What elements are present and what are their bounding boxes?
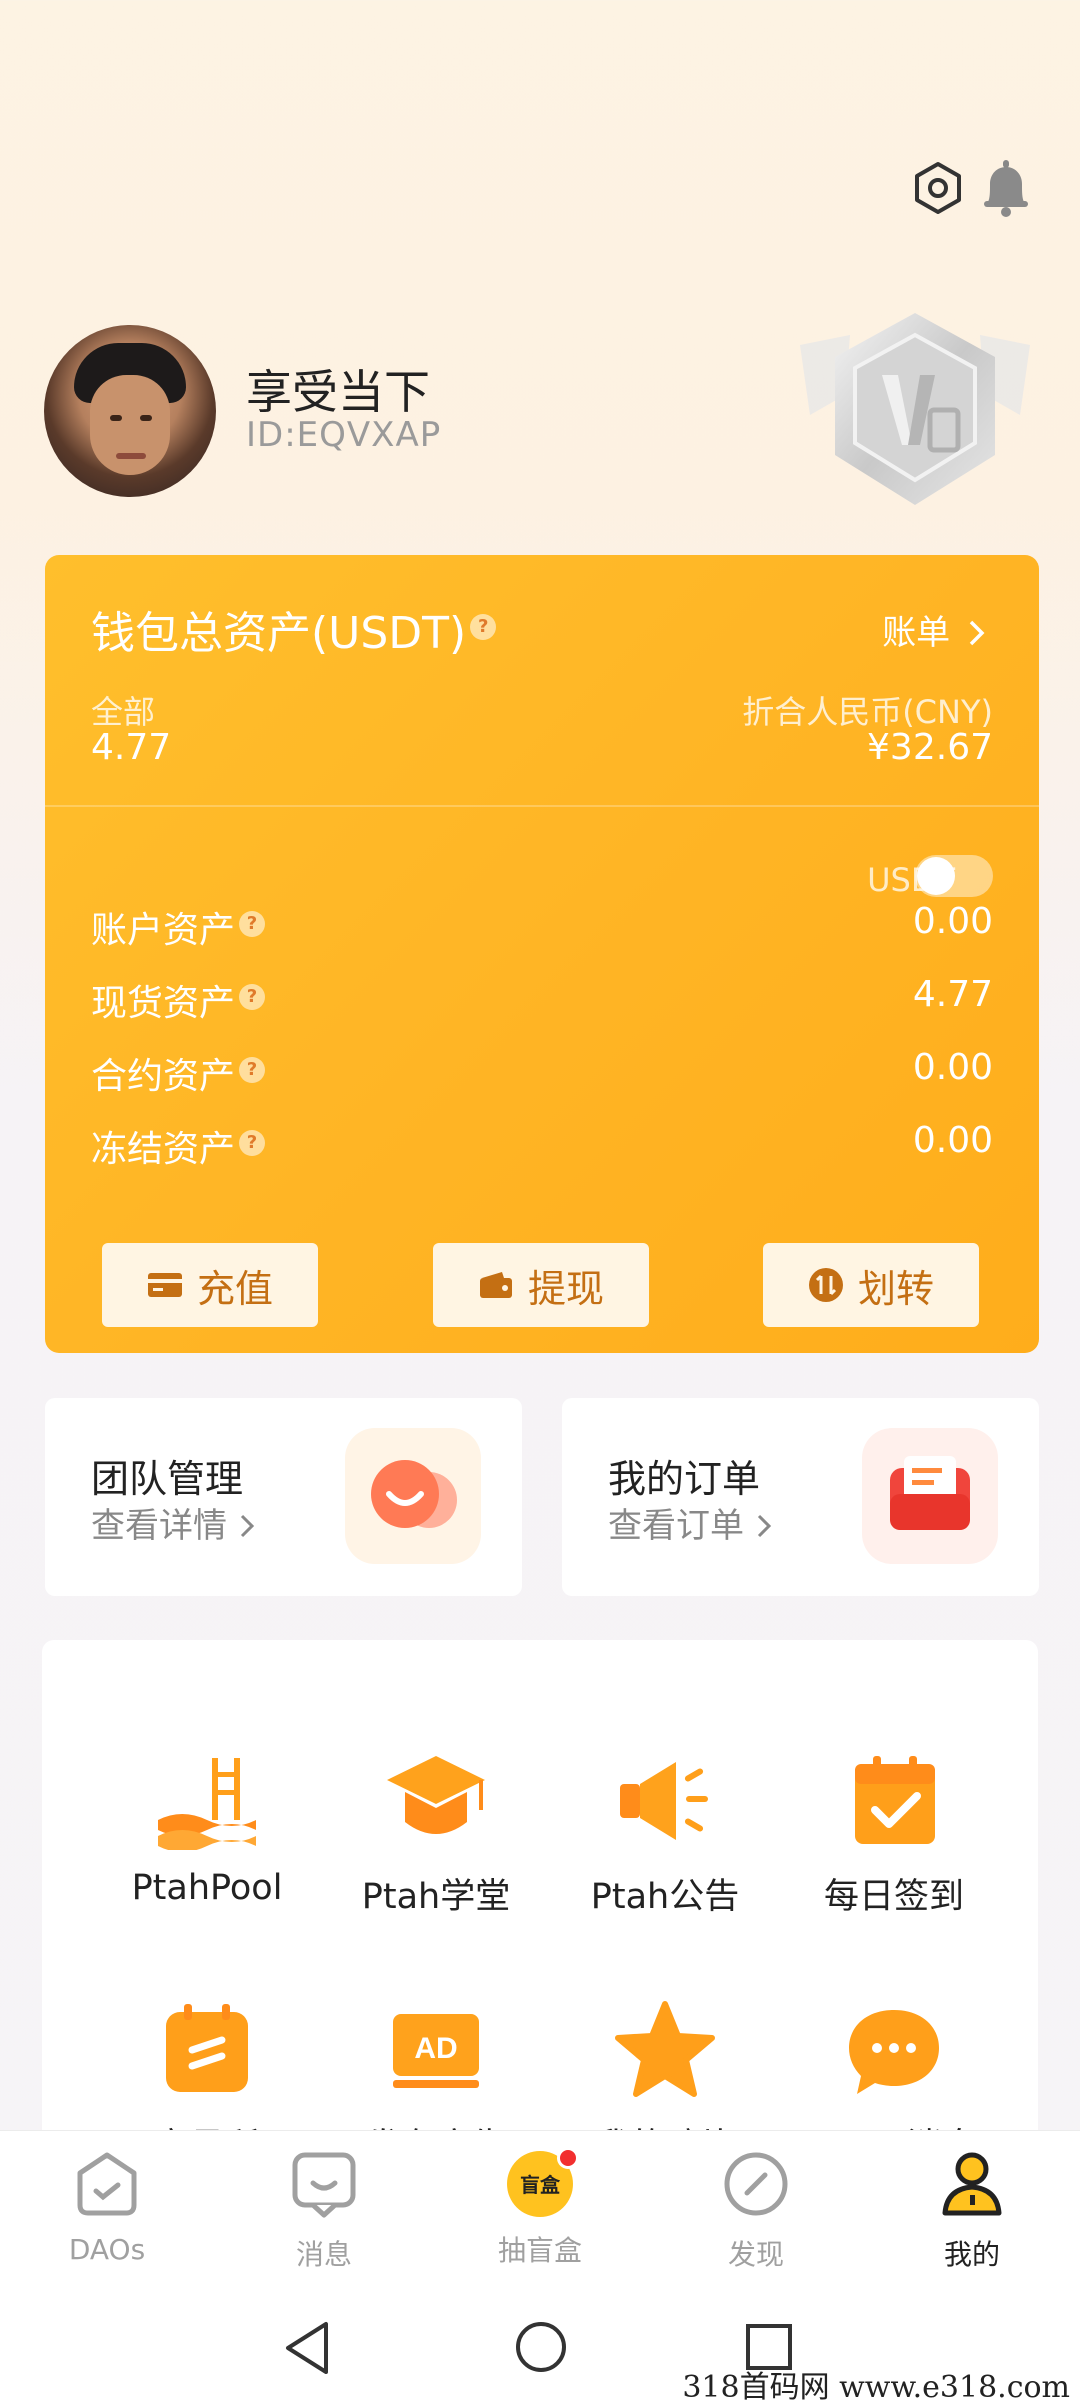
grid-item-daily-checkin[interactable]: 每日签到 (779, 1750, 1009, 1919)
wallet-title: 钱包总资产(USDT)? (91, 597, 497, 661)
asset-label-contract: 合约资产? (91, 1047, 266, 1099)
back-icon[interactable] (282, 2320, 332, 2376)
withdraw-label: 提现 (527, 1266, 604, 1311)
chevron-right-icon (969, 620, 985, 646)
help-icon[interactable]: ? (239, 911, 266, 937)
nav-label: 我的 (943, 2238, 1000, 2271)
asset-label-spot: 现货资产? (91, 974, 266, 1026)
bill-link[interactable]: 账单 (882, 605, 987, 654)
divider (45, 805, 1039, 807)
transfer-label: 划转 (857, 1266, 934, 1311)
help-icon[interactable]: ? (239, 1130, 266, 1156)
grid-item-label: Ptah学堂 (361, 1877, 511, 1917)
orders-card-title: 我的订单 (608, 1457, 761, 1501)
team-card-title: 团队管理 (91, 1457, 244, 1501)
withdraw-button[interactable]: 提现 (433, 1243, 649, 1327)
nav-label: 抽盲盒 (497, 2234, 582, 2267)
nav-profile[interactable]: 我的 (897, 2149, 1047, 2273)
team-management-card[interactable]: 团队管理 查看详情 (45, 1398, 522, 1596)
asset-label-frozen: 冻结资产? (91, 1120, 266, 1172)
svg-text:AD: AD (414, 2032, 457, 2065)
message-icon (292, 2152, 356, 2218)
chevron-right-icon (757, 1514, 771, 1538)
pool-icon (152, 1750, 262, 1852)
grid-item-label: Ptah公告 (590, 1877, 740, 1917)
asset-label-text: 合约资产 (91, 1056, 236, 1097)
order-box-icon (862, 1428, 998, 1564)
graduation-cap-icon (381, 1750, 491, 1850)
grid-item-label: PtahPool (131, 1868, 283, 1908)
grid-item-ptah-academy[interactable]: Ptah学堂 (321, 1750, 551, 1919)
nav-discover[interactable]: 发现 (681, 2149, 831, 2273)
grid-item-ptah-announcement[interactable]: Ptah公告 (550, 1750, 780, 1919)
asset-label-text: 现货资产 (91, 983, 236, 1024)
nav-daos[interactable]: DAOs (32, 2149, 182, 2266)
nav-label: 发现 (727, 2238, 784, 2271)
home-icon[interactable] (514, 2320, 568, 2374)
user-id: ID:EQVXAP (246, 415, 442, 455)
nav-label: 消息 (295, 2238, 352, 2271)
nav-messages[interactable]: 消息 (249, 2149, 399, 2273)
blind-box-badge-text: 盲盒 (520, 2173, 560, 2197)
discover-icon (724, 2152, 788, 2216)
asset-value-account: 0.00 (912, 901, 993, 942)
bill-link-label: 账单 (882, 613, 951, 653)
ad-icon: AD (381, 2000, 491, 2100)
wallet-title-text: 钱包总资产(USDT) (91, 608, 467, 659)
card-icon (147, 1273, 182, 1297)
my-orders-card[interactable]: 我的订单 查看订单 (562, 1398, 1039, 1596)
team-icon (345, 1428, 481, 1564)
chevron-right-icon (240, 1514, 254, 1538)
calendar-check-icon (839, 1750, 949, 1850)
transfer-icon (808, 1268, 843, 1302)
help-icon[interactable]: ? (239, 1057, 266, 1083)
exchange-icon (152, 2000, 262, 2100)
asset-label-text: 账户资产 (91, 910, 236, 951)
avatar[interactable] (44, 325, 216, 497)
asset-value-spot: 4.77 (912, 974, 993, 1015)
team-card-subtitle[interactable]: 查看详情 (91, 1498, 256, 1547)
star-icon (610, 2000, 720, 2100)
grid-item-ptahpool[interactable]: PtahPool (92, 1750, 322, 1908)
chat-bubble-icon (839, 2000, 949, 2100)
asset-value-frozen: 0.00 (912, 1120, 993, 1161)
wallet-card: 钱包总资产(USDT)? 账单 全部 4.77 折合人民币(CNY) ¥32.6… (45, 555, 1039, 1353)
orders-card-subtitle-text: 查看订单 (608, 1506, 744, 1546)
username: 享受当下 (246, 365, 430, 419)
profile-icon (942, 2152, 1002, 2216)
bottom-nav: DAOs 消息 盲盒 抽盲盒 发现 我的 (0, 2130, 1080, 2273)
notification-dot (557, 2147, 579, 2169)
recharge-button[interactable]: 充值 (102, 1243, 318, 1327)
megaphone-icon (610, 1750, 720, 1850)
asset-label-account: 账户资产? (91, 901, 266, 953)
orders-card-subtitle[interactable]: 查看订单 (608, 1498, 773, 1547)
asset-value-contract: 0.00 (912, 1047, 993, 1088)
wallet-icon (479, 1272, 512, 1298)
help-icon[interactable]: ? (470, 614, 497, 641)
nav-label: DAOs (68, 2233, 146, 2266)
notification-bell-icon[interactable] (978, 158, 1034, 218)
team-card-subtitle-text: 查看详情 (91, 1506, 227, 1546)
grid-item-label: 每日签到 (823, 1877, 964, 1917)
recharge-label: 充值 (196, 1266, 273, 1311)
watermark-text: 318首码网 www.e318.com (682, 2370, 1070, 2400)
total-value: 4.77 (91, 727, 172, 768)
usdt-toggle[interactable] (915, 855, 993, 897)
asset-label-text: 冻结资产 (91, 1129, 236, 1170)
transfer-button[interactable]: 划转 (763, 1243, 979, 1327)
settings-icon[interactable] (910, 160, 966, 216)
daos-icon (77, 2152, 137, 2216)
cny-value: ¥32.67 (867, 727, 993, 768)
nav-blind-box[interactable]: 盲盒 抽盲盒 (465, 2147, 615, 2269)
help-icon[interactable]: ? (239, 984, 266, 1010)
level-badge-icon[interactable] (790, 305, 1040, 515)
blind-box-icon: 盲盒 (505, 2147, 579, 2219)
